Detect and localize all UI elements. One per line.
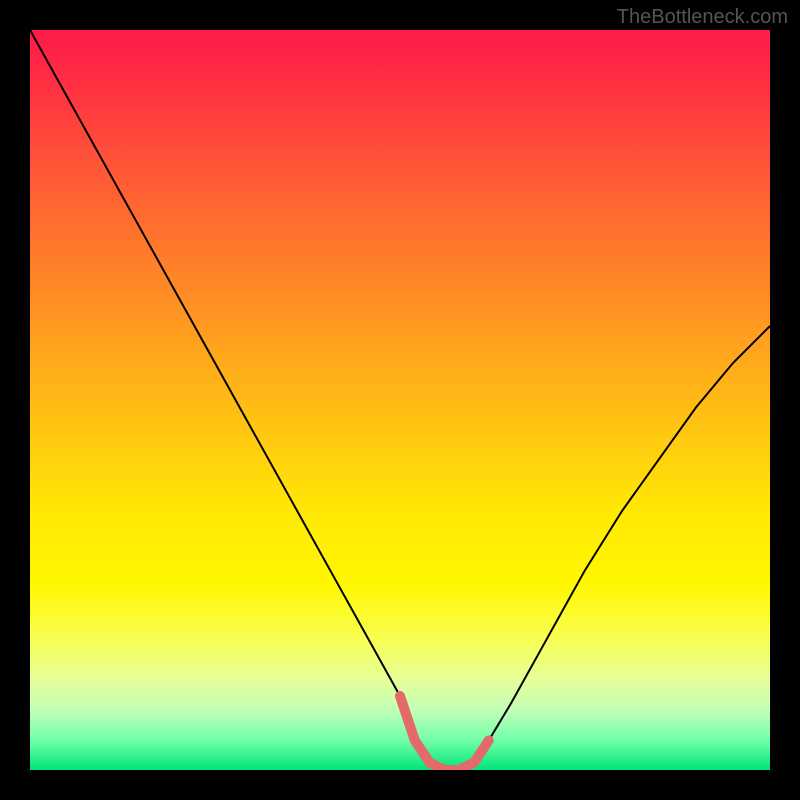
chart-frame: TheBottleneck.com (0, 0, 800, 800)
minimum-highlight (400, 696, 489, 770)
plot-area (30, 30, 770, 770)
attribution-label: TheBottleneck.com (617, 6, 788, 29)
bottleneck-curve (30, 30, 770, 770)
curve-svg (30, 30, 770, 770)
